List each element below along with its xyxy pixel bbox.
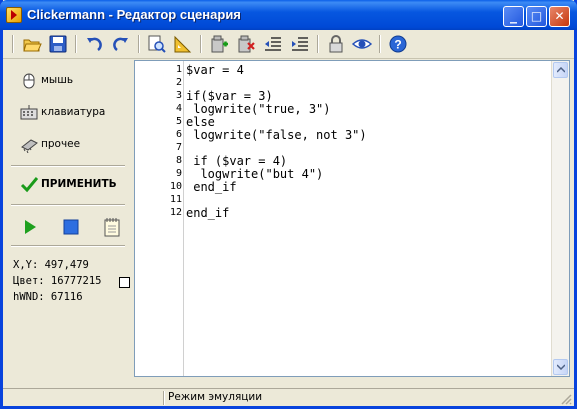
- line-number: 9: [175, 168, 182, 179]
- app-window: Clickermann - Редактор сценария _ □ ✕ ? …: [0, 0, 577, 409]
- save-icon[interactable]: [48, 34, 68, 54]
- svg-text:?: ?: [394, 38, 401, 52]
- line-number: 5: [175, 116, 182, 127]
- resize-grip-icon[interactable]: [560, 393, 572, 405]
- open-folder-icon[interactable]: [22, 34, 42, 54]
- indent-icon[interactable]: [290, 34, 310, 54]
- redo-icon[interactable]: [111, 34, 131, 54]
- keyboard-icon: [20, 104, 38, 121]
- toolbar-separator: [200, 35, 202, 53]
- line-number-gutter: 1 2 3 4 5 6 7 8 9 10 11 12: [135, 61, 183, 376]
- find-icon[interactable]: [147, 34, 167, 54]
- ruler-icon[interactable]: [173, 34, 193, 54]
- code-line[interactable]: logwrite("but 4"): [186, 167, 323, 181]
- code-line[interactable]: logwrite("true, 3"): [186, 102, 330, 116]
- minimize-button[interactable]: _: [503, 6, 524, 27]
- vertical-scrollbar[interactable]: [551, 61, 569, 376]
- checkmark-icon: [20, 176, 39, 193]
- xy-readout: X,Y: 497,479: [13, 259, 89, 271]
- undo-icon[interactable]: [84, 34, 104, 54]
- lock-icon[interactable]: [326, 34, 346, 54]
- code-line[interactable]: $var = 4: [186, 63, 244, 77]
- toolbar-separator: [75, 35, 77, 53]
- play-button[interactable]: [21, 218, 39, 236]
- notepad-icon: [104, 218, 120, 237]
- code-line[interactable]: end_if: [186, 180, 236, 194]
- chip-icon: [20, 136, 38, 154]
- toolbar-separator: [317, 35, 319, 53]
- code-line[interactable]: logwrite("false, not 3"): [186, 128, 366, 142]
- line-number: 2: [175, 77, 182, 88]
- help-icon[interactable]: ?: [388, 34, 408, 54]
- left-panel: мышь клавиатура прочее ПРИМЕНИТЬ X,Y: 49…: [3, 59, 131, 379]
- mouse-icon: [20, 72, 38, 89]
- code-line[interactable]: end_if: [186, 206, 229, 220]
- code-line[interactable]: else: [186, 115, 215, 129]
- toolbar-separator: [138, 35, 140, 53]
- status-mode: Режим эмуляции: [168, 391, 263, 403]
- line-number: 6: [175, 129, 182, 140]
- color-swatch: [119, 277, 130, 288]
- line-number: 1: [175, 64, 182, 75]
- status-bar: Режим эмуляции: [3, 388, 574, 407]
- insert-icon[interactable]: [209, 34, 229, 54]
- outdent-icon[interactable]: [263, 34, 283, 54]
- line-number: 12: [169, 207, 182, 218]
- color-readout: Цвет: 16777215: [13, 275, 102, 287]
- divider: [11, 204, 125, 206]
- line-number: 8: [175, 155, 182, 166]
- code-line[interactable]: if($var = 3): [186, 89, 273, 103]
- toolbar: ?: [3, 30, 574, 59]
- line-number: 3: [175, 90, 182, 101]
- line-number: 4: [175, 103, 182, 114]
- window-title: Clickermann - Редактор сценария: [27, 7, 241, 22]
- script-editor[interactable]: 1 2 3 4 5 6 7 8 9 10 11 12 $var = 4 if($var = 3) log…: [134, 60, 570, 377]
- app-icon: [6, 7, 22, 23]
- line-number: 7: [175, 142, 182, 153]
- scroll-down-arrow-icon[interactable]: [553, 359, 568, 375]
- divider: [11, 165, 125, 167]
- delete-icon[interactable]: [236, 34, 256, 54]
- code-line[interactable]: if ($var = 4): [186, 154, 287, 168]
- line-number: 10: [169, 181, 182, 192]
- title-bar[interactable]: Clickermann - Редактор сценария _ □ ✕: [0, 0, 577, 30]
- divider: [11, 245, 125, 247]
- stop-icon: [63, 219, 79, 235]
- eye-icon[interactable]: [351, 34, 373, 54]
- maximize-button[interactable]: □: [526, 6, 547, 27]
- hwnd-readout: hWND: 67116: [13, 291, 83, 303]
- stop-button[interactable]: [62, 218, 80, 236]
- toolbar-separator: [379, 35, 381, 53]
- toolbar-separator: [12, 35, 14, 53]
- line-number: 11: [169, 194, 182, 205]
- close-button[interactable]: ✕: [549, 6, 570, 27]
- play-icon: [25, 220, 36, 234]
- notepad-button[interactable]: [103, 217, 121, 237]
- scroll-up-arrow-icon[interactable]: [553, 62, 568, 78]
